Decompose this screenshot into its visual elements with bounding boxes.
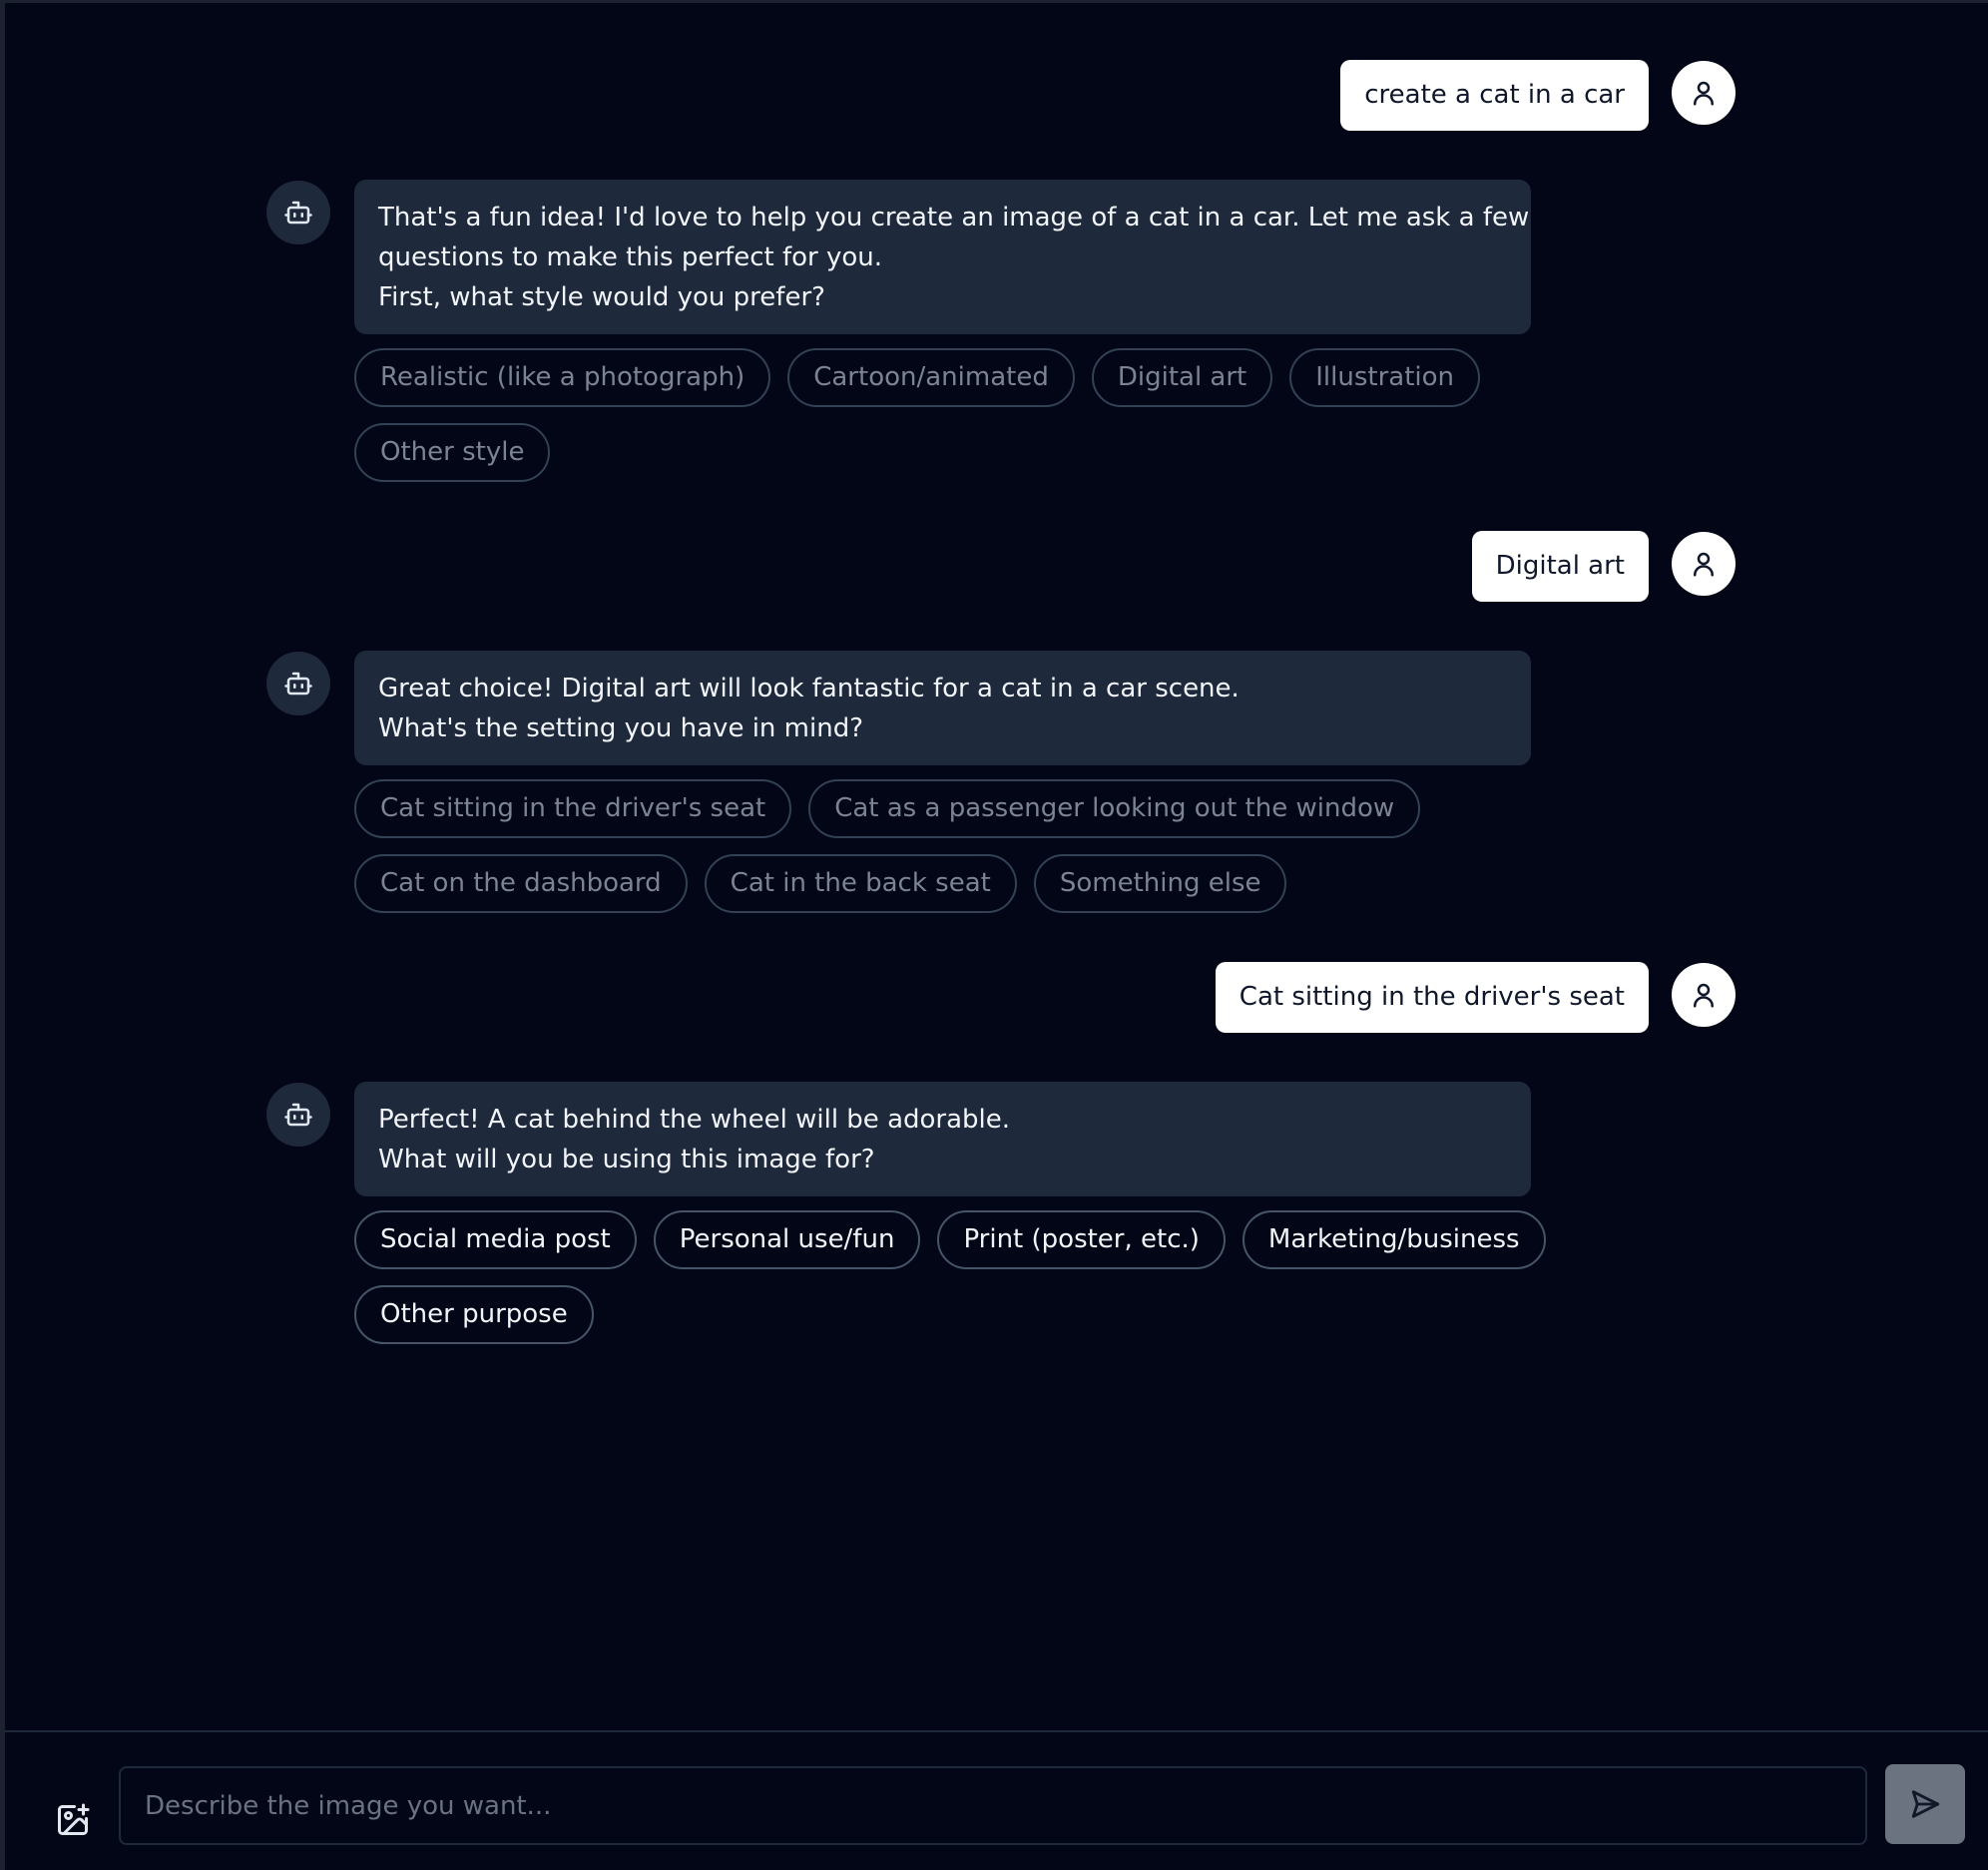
assistant-message: That's a fun idea! I'd love to help you … — [354, 180, 1531, 334]
message-line: What will you be using this image for? — [378, 1145, 875, 1174]
chat-thread: create a cat in a car That's a fun idea!… — [5, 3, 1988, 1727]
option-chip[interactable]: Personal use/fun — [653, 1210, 921, 1269]
prompt-input[interactable] — [119, 1766, 1867, 1845]
message-line: Perfect! A cat behind the wheel will be … — [378, 1105, 1011, 1135]
user-avatar — [1672, 532, 1736, 596]
user-message: create a cat in a car — [1340, 60, 1649, 131]
composer-bar — [5, 1730, 1988, 1870]
user-avatar — [1672, 963, 1736, 1027]
setting-options: Cat sitting in the driver's seat Cat as … — [354, 779, 1552, 913]
option-chip[interactable]: Something else — [1033, 854, 1287, 913]
send-icon — [1911, 1790, 1940, 1818]
option-chip[interactable]: Cat in the back seat — [704, 854, 1017, 913]
message-line: Great choice! Digital art will look fant… — [378, 674, 1240, 703]
attach-image-button[interactable] — [55, 1802, 91, 1838]
bot-avatar — [266, 1083, 330, 1147]
bot-icon — [284, 201, 312, 225]
message-line: First, what style would you prefer? — [378, 282, 825, 312]
option-chip[interactable]: Social media post — [354, 1210, 637, 1269]
option-chip[interactable]: Marketing/business — [1242, 1210, 1546, 1269]
option-chip[interactable]: Other style — [354, 423, 551, 482]
option-chip[interactable]: Digital art — [1091, 348, 1273, 407]
option-chip[interactable]: Cat on the dashboard — [354, 854, 688, 913]
user-icon — [1694, 552, 1714, 577]
option-chip[interactable]: Print (poster, etc.) — [937, 1210, 1226, 1269]
user-icon — [1694, 81, 1714, 106]
bot-avatar — [266, 181, 330, 244]
option-chip[interactable]: Illustration — [1289, 348, 1481, 407]
assistant-message: Great choice! Digital art will look fant… — [354, 651, 1531, 765]
user-icon — [1694, 983, 1714, 1008]
app-window: create a cat in a car That's a fun idea!… — [0, 0, 1988, 1870]
message-line: questions to make this perfect for you. — [378, 242, 883, 272]
image-plus-icon — [58, 1803, 90, 1835]
style-options: Realistic (like a photograph) Cartoon/an… — [354, 348, 1552, 482]
send-button[interactable] — [1885, 1764, 1965, 1844]
bot-icon — [284, 1103, 312, 1127]
user-message: Digital art — [1471, 531, 1649, 602]
option-chip[interactable]: Cartoon/animated — [787, 348, 1075, 407]
option-chip[interactable]: Other purpose — [354, 1285, 594, 1344]
option-chip[interactable]: Cat as a passenger looking out the windo… — [808, 779, 1421, 838]
message-line: That's a fun idea! I'd love to help you … — [378, 203, 1530, 233]
user-message: Cat sitting in the driver's seat — [1215, 962, 1649, 1033]
user-avatar — [1672, 61, 1736, 125]
message-line: What's the setting you have in mind? — [378, 713, 864, 743]
option-chip[interactable]: Realistic (like a photograph) — [354, 348, 771, 407]
option-chip[interactable]: Cat sitting in the driver's seat — [354, 779, 792, 838]
bot-icon — [284, 672, 312, 696]
assistant-message: Perfect! A cat behind the wheel will be … — [354, 1082, 1531, 1196]
bot-avatar — [266, 652, 330, 715]
purpose-options: Social media post Personal use/fun Print… — [354, 1210, 1552, 1344]
